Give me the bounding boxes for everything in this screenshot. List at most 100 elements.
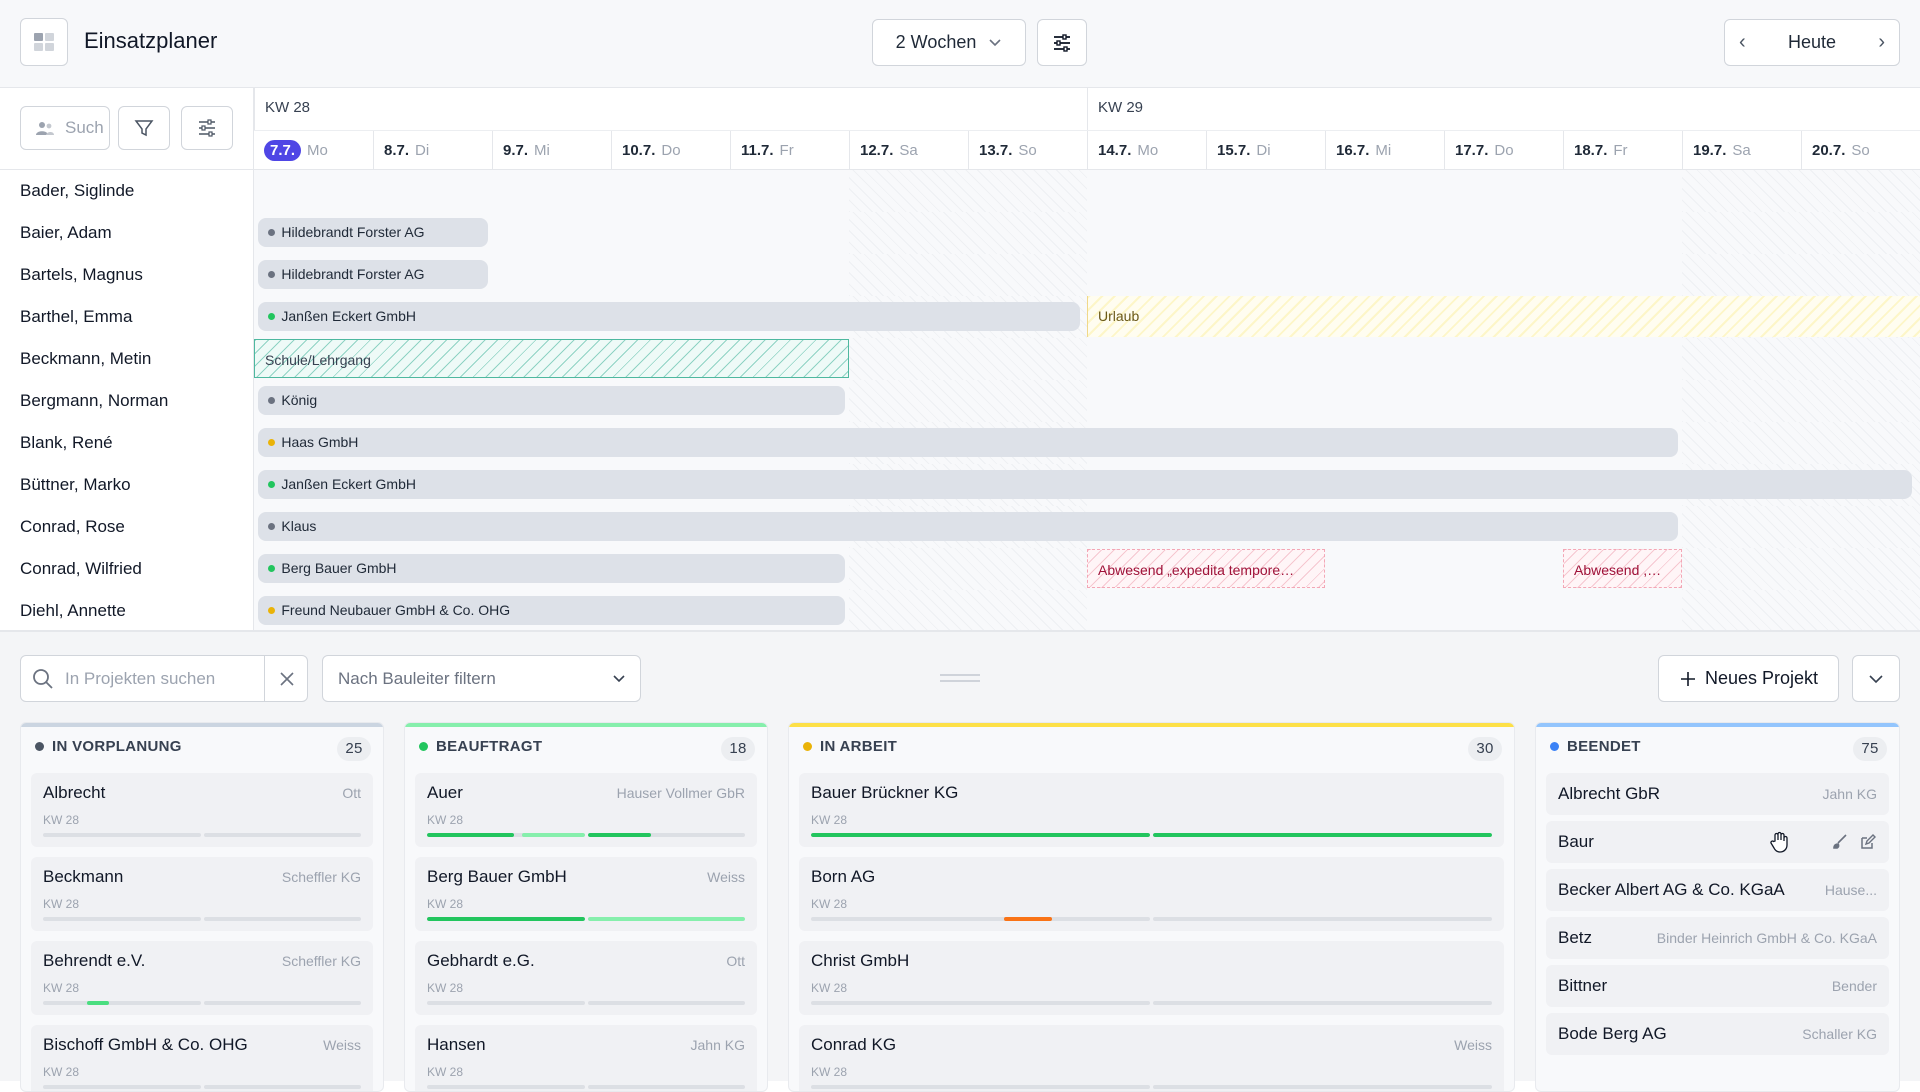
row-timeline[interactable]: [254, 170, 1920, 212]
employee-name[interactable]: Bartels, Magnus: [0, 254, 254, 296]
project-card[interactable]: Albrecht GbR Jahn KG: [1546, 773, 1889, 815]
project-card[interactable]: Betz Binder Heinrich GmbH & Co. KGaA: [1546, 917, 1889, 959]
project-week: KW 28: [427, 981, 464, 995]
project-card[interactable]: Baur: [1546, 821, 1889, 863]
assignment-bar[interactable]: König: [258, 386, 845, 415]
edit-icon[interactable]: [1859, 833, 1877, 851]
more-options-button[interactable]: [1852, 655, 1900, 702]
day-header[interactable]: 8.7. Di: [373, 131, 492, 171]
weekday-label: Do: [1494, 142, 1514, 159]
row-timeline[interactable]: Janßen Eckert GmbH: [254, 464, 1920, 506]
project-card[interactable]: Hansen Jahn KG KW 28: [415, 1025, 757, 1091]
assignment-bar[interactable]: Janßen Eckert GmbH: [258, 470, 1913, 499]
employee-search[interactable]: Such: [20, 106, 110, 150]
day-header[interactable]: 16.7. Mi: [1325, 131, 1444, 171]
project-card[interactable]: Born AG KW 28: [799, 857, 1504, 931]
filter-button[interactable]: [118, 106, 170, 150]
day-header[interactable]: 9.7. Mi: [492, 131, 611, 171]
progress-track: [427, 917, 745, 921]
today-button[interactable]: Heute: [1788, 32, 1836, 53]
assignment-bar[interactable]: Hildebrandt Forster AG: [258, 218, 488, 247]
employee-name[interactable]: Baier, Adam: [0, 212, 254, 254]
weekday-label: Di: [1256, 142, 1271, 159]
row-timeline[interactable]: Hildebrandt Forster AG: [254, 212, 1920, 254]
column-count-badge: 30: [1468, 737, 1502, 761]
employee-name[interactable]: Bader, Siglinde: [0, 170, 254, 212]
assignment-bar[interactable]: Haas GmbH: [258, 428, 1678, 457]
employee-name[interactable]: Beckmann, Metin: [0, 338, 254, 380]
assignment-bar[interactable]: Klaus: [258, 512, 1678, 541]
prev-period-button[interactable]: ‹: [1739, 31, 1746, 54]
row-timeline[interactable]: König: [254, 380, 1920, 422]
day-header[interactable]: 7.7. Mo: [254, 131, 373, 171]
day-number: 12.7.: [860, 142, 894, 159]
assignment-bar[interactable]: Janßen Eckert GmbH: [258, 302, 1081, 331]
day-header[interactable]: 15.7. Di: [1206, 131, 1325, 171]
day-header[interactable]: 18.7. Fr: [1563, 131, 1682, 171]
employee-name[interactable]: Conrad, Wilfried: [0, 548, 254, 590]
project-card[interactable]: Albrecht Ott KW 28: [31, 773, 373, 847]
app-switcher-button[interactable]: [20, 18, 68, 66]
row-timeline[interactable]: Berg Bauer GmbH Abwesend „expedita tempor…: [254, 548, 1920, 590]
project-card[interactable]: Becker Albert AG & Co. KGaA Hause...: [1546, 869, 1889, 911]
employee-row: Blank, René Haas GmbH: [0, 422, 1920, 464]
row-timeline[interactable]: Haas GmbH: [254, 422, 1920, 464]
project-title: Gebhardt e.G.: [427, 951, 535, 970]
project-week: KW 28: [427, 813, 464, 827]
progress-track: [43, 833, 361, 837]
assignment-bar[interactable]: Freund Neubauer GmbH & Co. OHG: [258, 596, 845, 625]
employee-name[interactable]: Diehl, Annette: [0, 590, 254, 632]
row-timeline[interactable]: Schule/Lehrgang: [254, 338, 1920, 380]
brush-icon[interactable]: [1831, 833, 1849, 851]
project-manager: Hauser Vollmer GbR: [616, 785, 745, 801]
project-card[interactable]: Conrad KG Weiss KW 28: [799, 1025, 1504, 1091]
project-card[interactable]: Gebhardt e.G. Ott KW 28: [415, 941, 757, 1015]
employee-name[interactable]: Blank, René: [0, 422, 254, 464]
row-timeline[interactable]: Freund Neubauer GmbH & Co. OHG: [254, 590, 1920, 632]
weekend-shading: [1682, 506, 1920, 548]
day-header[interactable]: 20.7. So: [1801, 131, 1920, 171]
day-header[interactable]: 11.7. Fr: [730, 131, 849, 171]
row-timeline[interactable]: Hildebrandt Forster AG: [254, 254, 1920, 296]
project-card[interactable]: Bischoff GmbH & Co. OHG Weiss KW 28: [31, 1025, 373, 1091]
project-search-input[interactable]: [65, 666, 255, 692]
row-timeline[interactable]: Klaus: [254, 506, 1920, 548]
range-select[interactable]: 2 Wochen: [872, 19, 1026, 66]
project-card[interactable]: Auer Hauser Vollmer GbR KW 28: [415, 773, 757, 847]
day-header[interactable]: 10.7. Do: [611, 131, 730, 171]
employee-name[interactable]: Büttner, Marko: [0, 464, 254, 506]
day-header[interactable]: 13.7. So: [968, 131, 1087, 171]
day-header[interactable]: 12.7. Sa: [849, 131, 968, 171]
days-header: 7.7. Mo 8.7. Di 9.7. Mi 10.7. Do 11.7. Fr 12.7. Sa 1…: [254, 130, 1920, 171]
day-header[interactable]: 19.7. Sa: [1682, 131, 1801, 171]
project-card[interactable]: Bode Berg AG Schaller KG: [1546, 1013, 1889, 1055]
project-card[interactable]: Bauer Brückner KG KW 28: [799, 773, 1504, 847]
project-card[interactable]: Christ GmbH KW 28: [799, 941, 1504, 1015]
row-timeline[interactable]: Janßen Eckert GmbH Urlaub: [254, 296, 1920, 338]
resize-handle[interactable]: [940, 674, 980, 682]
employee-name[interactable]: Bergmann, Norman: [0, 380, 254, 422]
project-card[interactable]: Beckmann Scheffler KG KW 28: [31, 857, 373, 931]
next-period-button[interactable]: ›: [1878, 31, 1885, 54]
view-settings-button[interactable]: [1037, 19, 1087, 66]
project-card[interactable]: Behrendt e.V. Scheffler KG KW 28: [31, 941, 373, 1015]
assignment-bar[interactable]: Berg Bauer GmbH: [258, 554, 845, 583]
absence-block[interactable]: Abwesend „expedita tempore…: [1087, 549, 1325, 588]
absence-block[interactable]: Abwesend ,…: [1563, 549, 1682, 588]
day-header[interactable]: 17.7. Do: [1444, 131, 1563, 171]
assignment-bar[interactable]: Hildebrandt Forster AG: [258, 260, 488, 289]
planner-settings-button[interactable]: [181, 106, 233, 150]
training-block[interactable]: Schule/Lehrgang: [254, 339, 849, 378]
employee-name[interactable]: Conrad, Rose: [0, 506, 254, 548]
new-project-button[interactable]: Neues Projekt: [1658, 655, 1839, 702]
project-card[interactable]: Berg Bauer GmbH Weiss KW 28: [415, 857, 757, 931]
employee-row: Bader, Siglinde: [0, 170, 1920, 212]
bauleiter-filter-select[interactable]: Nach Bauleiter filtern: [322, 655, 641, 702]
employee-name[interactable]: Barthel, Emma: [0, 296, 254, 338]
day-header[interactable]: 14.7. Mo: [1087, 131, 1206, 171]
clear-search-button[interactable]: [264, 656, 308, 701]
column-header: IN VORPLANUNG 25: [21, 727, 383, 767]
employee-row: Conrad, Rose Klaus: [0, 506, 1920, 548]
vacation-block[interactable]: Urlaub: [1087, 296, 1920, 337]
project-card[interactable]: Bittner Bender: [1546, 965, 1889, 1007]
